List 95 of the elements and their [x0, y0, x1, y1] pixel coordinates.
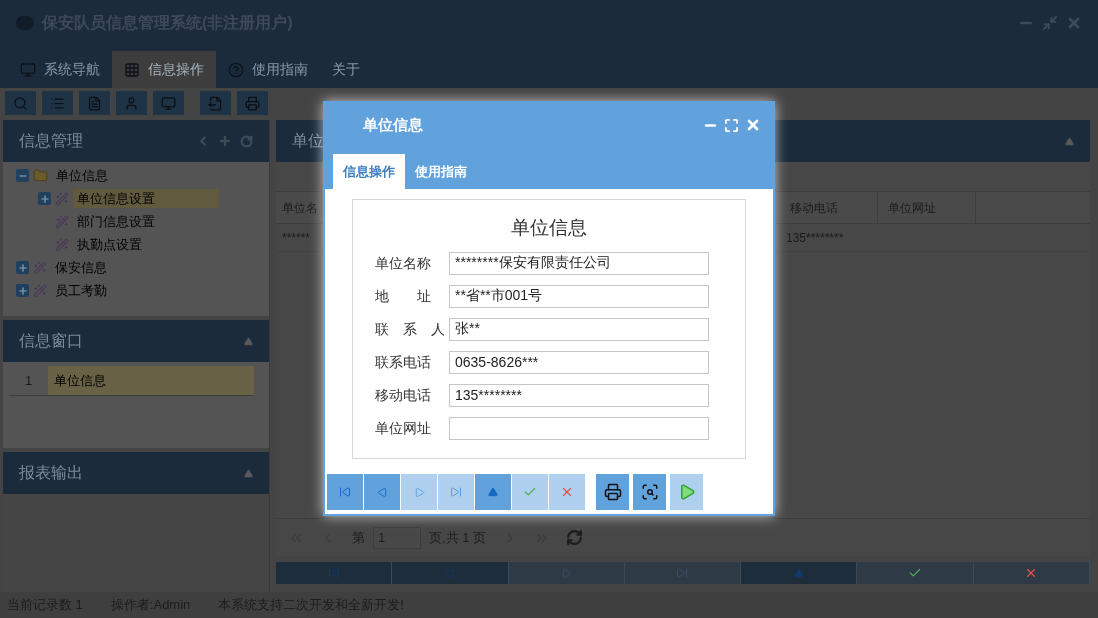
- grid-icon: [124, 61, 140, 78]
- toolbar-button[interactable]: [42, 91, 73, 115]
- nav-button[interactable]: [741, 562, 858, 584]
- action-button[interactable]: [633, 474, 666, 510]
- wand-icon: [33, 260, 47, 275]
- toolbar-button[interactable]: [5, 91, 36, 115]
- text-field[interactable]: ********保安有限责任公司: [449, 251, 709, 275]
- add-icon[interactable]: [218, 134, 232, 148]
- check-icon: [523, 485, 537, 499]
- cross-icon: [560, 485, 574, 499]
- help-icon: [228, 61, 244, 78]
- nav-button[interactable]: [475, 474, 511, 510]
- printer-icon: [245, 95, 260, 111]
- tree-item[interactable]: 单位信息: [52, 165, 112, 186]
- close-icon[interactable]: [745, 117, 761, 133]
- tab[interactable]: 信息操作: [333, 154, 405, 189]
- expand-toggle[interactable]: [16, 284, 29, 297]
- tree-item[interactable]: 执勤点设置: [73, 234, 146, 255]
- text-field[interactable]: [449, 416, 709, 440]
- wand-icon: [33, 283, 47, 298]
- plus-icon: [17, 262, 28, 273]
- field-label: 联系电话: [375, 352, 432, 372]
- field-label: 联 系 人: [375, 319, 446, 339]
- expand-toggle[interactable]: [38, 192, 51, 205]
- text-field[interactable]: 135********: [449, 383, 709, 407]
- panel-title: 报表输出: [19, 463, 83, 483]
- toolbar-button[interactable]: [237, 91, 268, 115]
- tree-item[interactable]: 员工考勤: [51, 280, 111, 301]
- document-icon: [87, 95, 102, 111]
- plus-icon: [17, 285, 28, 296]
- nav-button[interactable]: [392, 562, 509, 584]
- toolbar-button[interactable]: [116, 91, 147, 115]
- up-triangle-icon: [793, 568, 804, 578]
- first-icon: [339, 486, 351, 498]
- restore-icon[interactable]: [1042, 14, 1058, 31]
- last-icon: [676, 567, 689, 579]
- action-button[interactable]: [596, 474, 629, 510]
- nav-button[interactable]: [276, 562, 393, 584]
- file-arrow-icon: [208, 95, 223, 111]
- folder-icon: [33, 168, 48, 183]
- list-item[interactable]: 单位信息: [48, 366, 254, 395]
- nav-button[interactable]: [327, 474, 363, 510]
- maximize-icon[interactable]: [724, 117, 739, 133]
- tree-item[interactable]: 部门信息设置: [73, 211, 159, 232]
- first-icon: [327, 567, 340, 579]
- tree-item[interactable]: 单位信息设置: [73, 188, 219, 209]
- toolbar-button[interactable]: [153, 91, 184, 115]
- list-icon: [50, 95, 65, 111]
- tab[interactable]: 使用指南: [216, 51, 320, 88]
- table-cell-text: ******: [281, 229, 312, 247]
- check-icon: [908, 566, 923, 580]
- last-icon: [450, 486, 462, 498]
- panel-title: 单位: [292, 131, 324, 151]
- person-icon: [124, 95, 139, 111]
- field-label: 单位网址: [375, 418, 432, 438]
- collapse-toggle[interactable]: [16, 169, 29, 182]
- collapse-caret-icon[interactable]: [244, 468, 253, 478]
- tab[interactable]: 使用指南: [405, 154, 477, 189]
- text-field[interactable]: 0635-8626***: [449, 350, 709, 374]
- tab[interactable]: 关于: [320, 51, 372, 88]
- expand-toggle[interactable]: [16, 261, 29, 274]
- left-triangle-icon: [444, 567, 456, 579]
- field-label: 地 址: [375, 286, 432, 306]
- tab[interactable]: 系统导航: [8, 51, 112, 88]
- field-label: 单位名称: [375, 253, 432, 273]
- nav-button[interactable]: [364, 474, 400, 510]
- right-triangle-icon: [413, 486, 425, 498]
- up-triangle-icon: [488, 487, 498, 497]
- tab[interactable]: 信息操作: [112, 51, 216, 88]
- text-field[interactable]: **省**市001号: [449, 284, 709, 308]
- panel-title: 信息窗口: [19, 331, 83, 351]
- plus-icon: [39, 193, 50, 204]
- dialog-title: 单位信息: [363, 114, 423, 135]
- field-label: 移动电话: [375, 385, 432, 405]
- wand-icon: [55, 237, 69, 252]
- panel-title: 信息管理: [19, 131, 83, 151]
- printer-icon: [603, 483, 622, 501]
- preview-icon: [640, 483, 659, 501]
- collapse-caret-icon[interactable]: [1065, 136, 1074, 146]
- wand-icon: [55, 191, 69, 206]
- refresh-icon[interactable]: [566, 529, 584, 546]
- form-title: 单位信息: [511, 216, 587, 240]
- left-triangle-icon: [376, 486, 388, 498]
- refresh-icon[interactable]: [240, 134, 253, 148]
- right-triangle-icon: [560, 567, 572, 579]
- toolbar-button[interactable]: [79, 91, 110, 115]
- monitor-icon: [20, 61, 36, 78]
- row-number: 1: [23, 371, 34, 390]
- toolbar-button[interactable]: [200, 91, 231, 115]
- text-field[interactable]: 张**: [449, 317, 709, 341]
- wand-icon: [55, 214, 69, 229]
- monitor-icon: [161, 95, 176, 111]
- tree-item[interactable]: 保安信息: [51, 257, 111, 278]
- search-icon: [13, 95, 28, 111]
- collapse-caret-icon[interactable]: [244, 336, 253, 346]
